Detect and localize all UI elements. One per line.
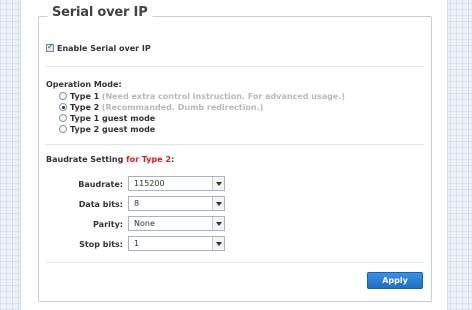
parity-label: Parity: xyxy=(93,220,123,229)
enable-label: Enable Serial over IP xyxy=(57,44,151,53)
chevron-down-icon[interactable] xyxy=(212,177,224,190)
radio-type2-guest[interactable] xyxy=(59,125,67,133)
left-background-strip xyxy=(0,0,20,310)
radio-type1-guest-row[interactable]: Type 1 guest mode xyxy=(59,114,155,123)
content-panel: Serial over IP Enable Serial over IP Ope… xyxy=(20,0,448,310)
stop-bits-label: Stop bits: xyxy=(79,240,123,249)
radio-type2-row[interactable]: Type 2 (Recommanded. Dumb redirection.) xyxy=(59,103,263,112)
baudrate-select[interactable]: 115200 xyxy=(128,176,225,191)
chevron-down-icon[interactable] xyxy=(212,237,224,250)
divider xyxy=(46,144,424,145)
radio-type1-row[interactable]: Type 1 (Need extra control instruction. … xyxy=(59,92,345,101)
parity-value: None xyxy=(134,219,155,228)
data-bits-value: 8 xyxy=(134,199,140,208)
radio-type1[interactable] xyxy=(59,92,67,100)
baudrate-label: Baudrate: xyxy=(78,180,123,189)
data-bits-label: Data bits: xyxy=(78,200,123,209)
radio-type2-guest-label: Type 2 guest mode xyxy=(70,125,156,134)
apply-button[interactable]: Apply xyxy=(367,272,423,289)
baudrate-setting-label: Baudrate Setting for Type 2: xyxy=(46,155,174,164)
enable-serial-over-ip-row[interactable]: Enable Serial over IP xyxy=(46,42,151,53)
baudrate-setting-prefix: Baudrate Setting xyxy=(46,155,124,164)
divider xyxy=(46,66,424,67)
right-background-strip xyxy=(448,0,472,310)
section-title: Serial over IP xyxy=(47,5,153,20)
data-bits-select[interactable]: 8 xyxy=(128,196,225,211)
radio-type1-guest[interactable] xyxy=(59,114,67,122)
operation-mode-label: Operation Mode: xyxy=(46,80,122,89)
chevron-down-icon[interactable] xyxy=(212,197,224,210)
stop-bits-value: 1 xyxy=(134,239,140,248)
radio-type1-hint: (Need extra control instruction. For adv… xyxy=(101,92,345,101)
parity-select[interactable]: None xyxy=(128,216,225,231)
radio-type1-guest-label: Type 1 guest mode xyxy=(70,114,156,123)
chevron-down-icon[interactable] xyxy=(212,217,224,230)
baudrate-setting-suffix: : xyxy=(171,155,175,164)
baudrate-value: 115200 xyxy=(134,179,165,188)
radio-type2-label: Type 2 xyxy=(70,103,100,112)
enable-checkbox[interactable] xyxy=(46,42,54,52)
divider xyxy=(46,262,424,263)
radio-type2-hint: (Recommanded. Dumb redirection.) xyxy=(101,103,264,112)
radio-type2-guest-row[interactable]: Type 2 guest mode xyxy=(59,125,155,134)
stop-bits-select[interactable]: 1 xyxy=(128,236,225,251)
radio-type1-label: Type 1 xyxy=(70,92,100,101)
baudrate-setting-highlight: for Type 2 xyxy=(126,155,172,164)
radio-type2[interactable] xyxy=(59,103,67,111)
